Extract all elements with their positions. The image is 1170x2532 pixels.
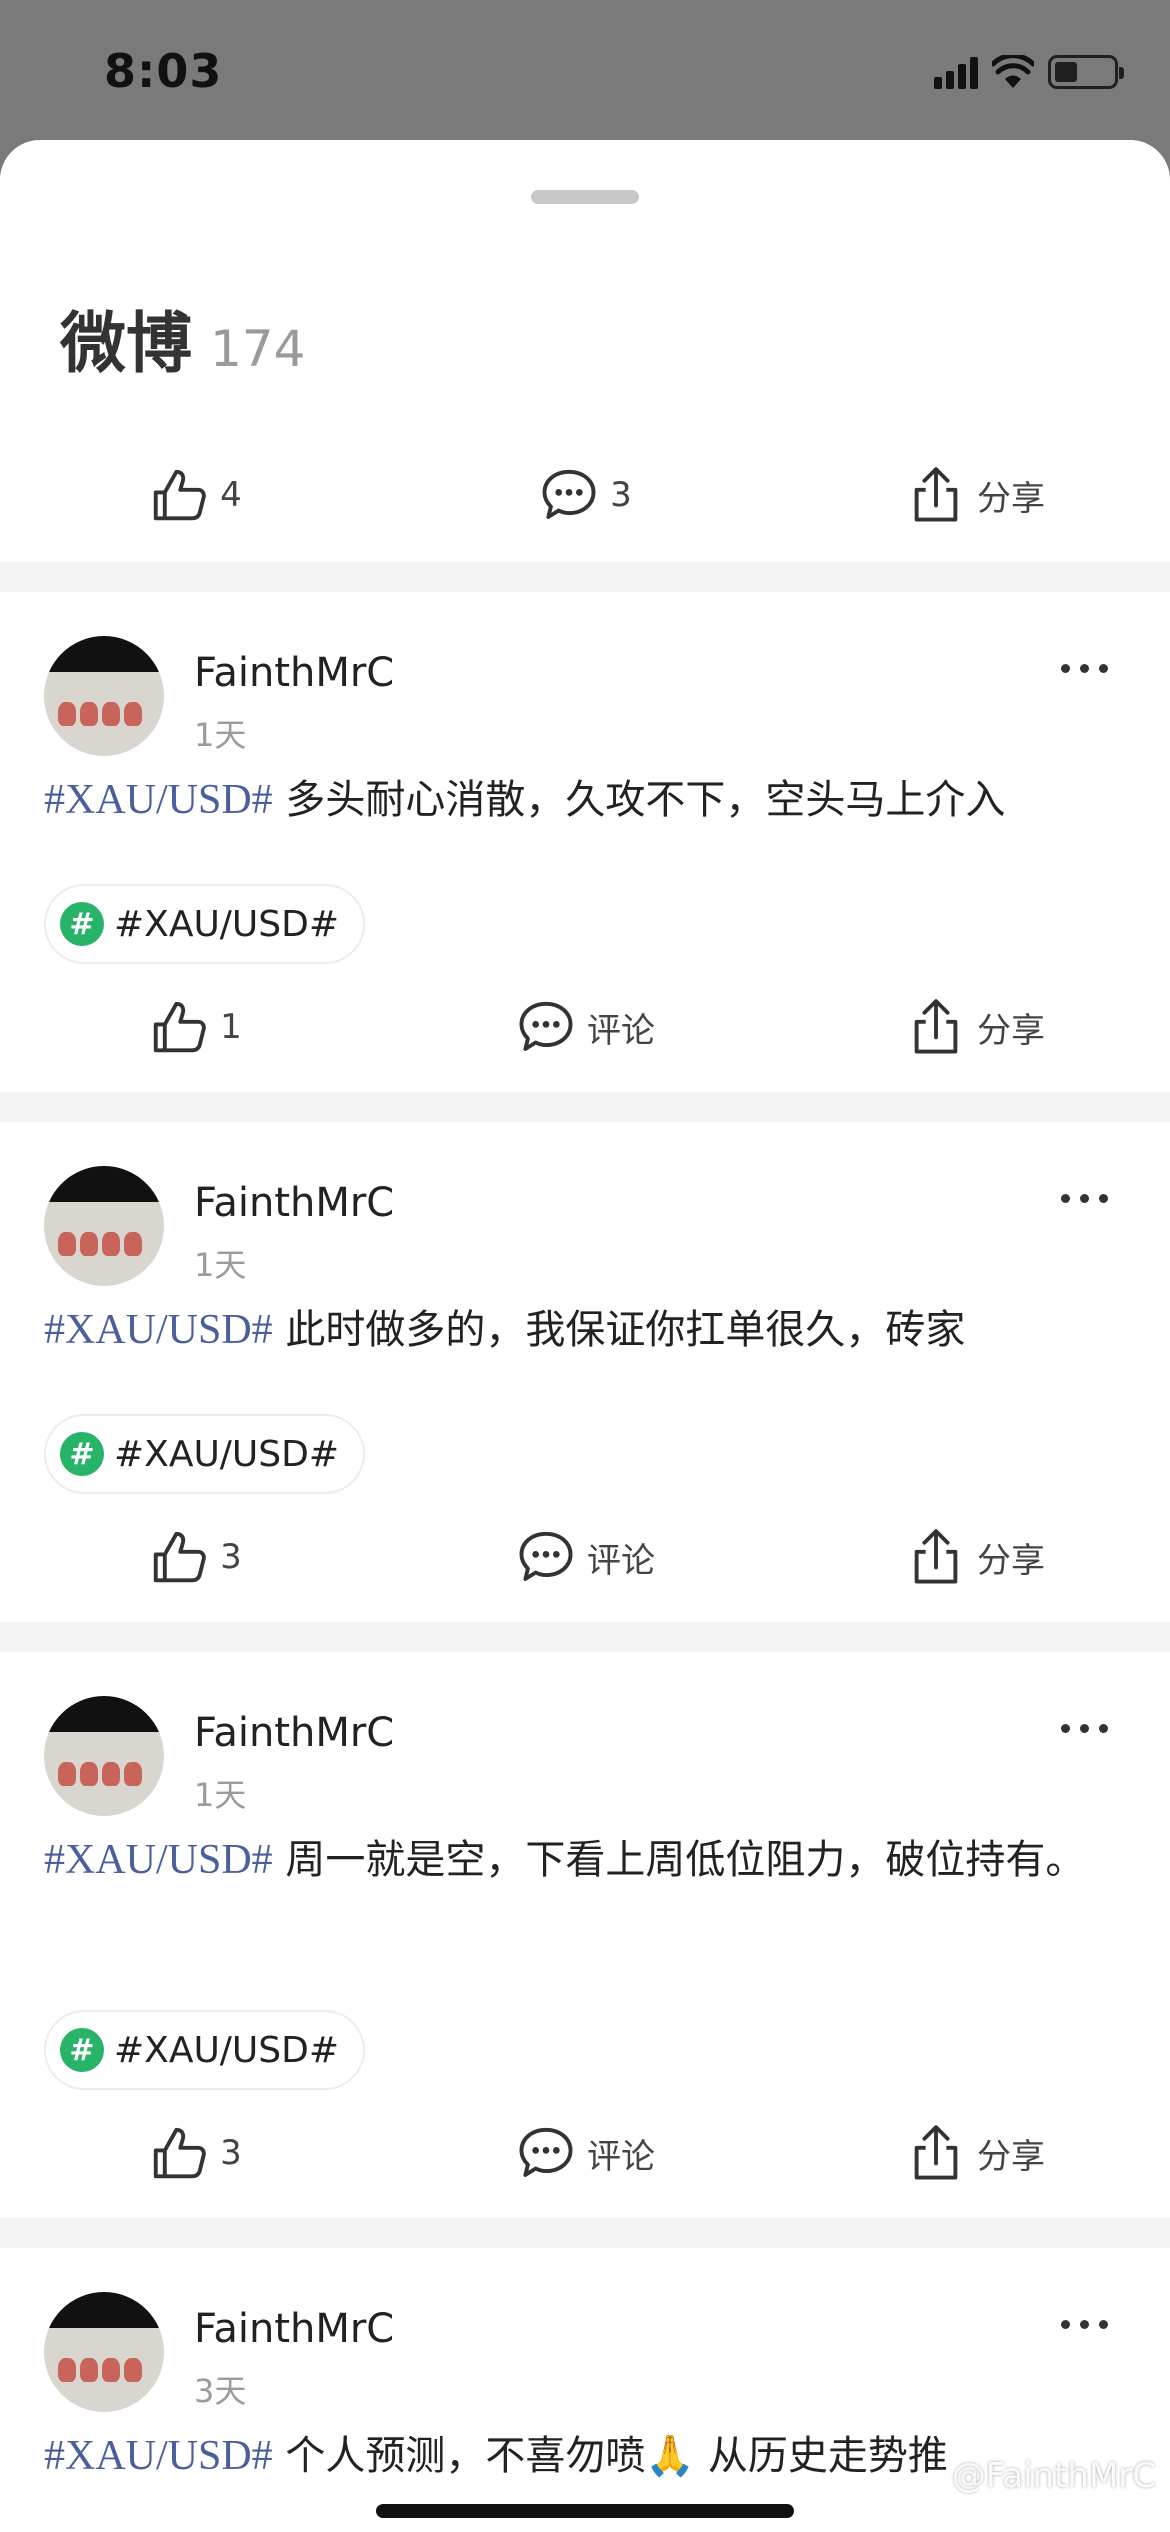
sheet-post-count: 174 — [210, 320, 306, 378]
comment-icon — [519, 1531, 573, 1581]
comment-icon — [519, 1001, 573, 1051]
like-button[interactable]: 1 — [0, 972, 390, 1082]
post-time: 1天 — [194, 716, 247, 754]
hashtag-link[interactable]: #XAU/USD# — [44, 1837, 273, 1883]
status-bar: 8:03 — [0, 0, 1170, 140]
share-button[interactable]: 分享 — [780, 972, 1170, 1082]
comment-button[interactable]: 3 — [390, 440, 780, 550]
more-options-icon[interactable] — [1061, 2320, 1108, 2329]
post-text: #XAU/USD# 多头耐心消散，久攻不下，空头马上介入 — [44, 768, 1134, 832]
share-label: 分享 — [977, 478, 1045, 519]
like-button[interactable]: 4 — [0, 440, 390, 550]
like-count: 1 — [220, 1007, 242, 1047]
post-text: #XAU/USD# 周一就是空，下看上周低位阻力，破位持有。 — [44, 1828, 1134, 1892]
comment-label: 评论 — [587, 1010, 655, 1051]
hashtag-link[interactable]: #XAU/USD# — [44, 2433, 273, 2479]
more-options-icon[interactable] — [1061, 664, 1108, 673]
more-options-icon[interactable] — [1061, 1194, 1108, 1203]
post-time: 1天 — [194, 1246, 247, 1284]
comment-button[interactable]: 评论 — [390, 972, 780, 1082]
sheet-title: 微博 174 — [60, 290, 305, 386]
more-options-icon[interactable] — [1061, 1724, 1108, 1733]
post-time: 1天 — [194, 1776, 247, 1814]
comment-icon — [542, 469, 596, 519]
thumbs-up-icon — [153, 2127, 206, 2179]
like-count: 3 — [220, 2133, 242, 2173]
sheet-header: 微博 174 4 3 分享 — [0, 140, 1170, 562]
share-icon — [914, 1529, 958, 1584]
hashtag-icon: # — [60, 1432, 104, 1476]
home-indicator[interactable] — [376, 2504, 794, 2518]
topic-label: #XAU/USD# — [114, 1433, 340, 1475]
topic-chip[interactable]: # #XAU/USD# — [44, 884, 366, 964]
comment-label: 评论 — [587, 2136, 655, 2177]
post-action-bar: 1 评论 分享 — [0, 972, 1170, 1082]
username[interactable]: FainthMrC — [194, 1710, 394, 1756]
post-action-bar: 3 评论 分享 — [0, 1502, 1170, 1612]
hashtag-link[interactable]: #XAU/USD# — [44, 1307, 273, 1353]
sheet-grabber[interactable] — [531, 190, 639, 204]
hashtag-link[interactable]: #XAU/USD# — [44, 777, 273, 823]
post-card[interactable]: FainthMrC 1天 #XAU/USD# 多头耐心消散，久攻不下，空头马上介… — [0, 592, 1170, 1092]
post-time: 3天 — [194, 2372, 247, 2410]
avatar[interactable] — [44, 636, 164, 756]
bottom-sheet: 微博 174 4 3 分享 FainthMrC 1天 #XAU/USD# 多头耐… — [0, 140, 1170, 2532]
like-count: 3 — [220, 1537, 242, 1577]
topic-chip[interactable]: # #XAU/USD# — [44, 2010, 366, 2090]
thumbs-up-icon — [153, 1531, 206, 1583]
topic-label: #XAU/USD# — [114, 2029, 340, 2071]
avatar[interactable] — [44, 1166, 164, 1286]
share-icon — [914, 999, 958, 1054]
thumbs-up-icon — [153, 469, 206, 521]
battery-icon — [1048, 55, 1124, 89]
thumbs-up-icon — [153, 1001, 206, 1053]
like-button[interactable]: 3 — [0, 1502, 390, 1612]
comment-button[interactable]: 评论 — [390, 2098, 780, 2208]
post-body: 周一就是空，下看上周低位阻力，破位持有。 — [272, 1837, 1086, 1883]
wifi-icon — [992, 55, 1034, 88]
post-action-bar: 3 评论 分享 — [0, 2098, 1170, 2208]
post-card[interactable]: FainthMrC 1天 #XAU/USD# 周一就是空，下看上周低位阻力，破位… — [0, 1652, 1170, 2218]
share-label: 分享 — [977, 2136, 1045, 2177]
sheet-action-bar: 4 3 分享 — [0, 440, 1170, 550]
share-label: 分享 — [977, 1010, 1045, 1051]
status-icons — [934, 52, 1124, 92]
topic-chip[interactable]: # #XAU/USD# — [44, 1414, 366, 1494]
share-label: 分享 — [977, 1540, 1045, 1581]
username[interactable]: FainthMrC — [194, 1180, 394, 1226]
comment-count: 3 — [610, 475, 632, 515]
watermark: @FainthMrC — [951, 2456, 1156, 2496]
topic-label: #XAU/USD# — [114, 903, 340, 945]
status-time: 8:03 — [104, 44, 223, 98]
share-button[interactable]: 分享 — [780, 440, 1170, 550]
post-body: 此时做多的，我保证你扛单很久，砖家 — [272, 1307, 966, 1353]
post-body: 多头耐心消散，久攻不下，空头马上介入 — [272, 777, 1006, 823]
avatar[interactable] — [44, 1696, 164, 1816]
post-body: 个人预测，不喜勿喷🙏 从历史走势推 — [272, 2433, 948, 2479]
cellular-signal-icon — [934, 55, 978, 89]
like-button[interactable]: 3 — [0, 2098, 390, 2208]
username[interactable]: FainthMrC — [194, 2306, 394, 2352]
username[interactable]: FainthMrC — [194, 650, 394, 696]
share-icon — [914, 2125, 958, 2180]
post-card[interactable]: FainthMrC 1天 #XAU/USD# 此时做多的，我保证你扛单很久，砖家… — [0, 1122, 1170, 1622]
share-icon — [914, 467, 958, 522]
comment-label: 评论 — [587, 1540, 655, 1581]
hashtag-icon: # — [60, 902, 104, 946]
share-button[interactable]: 分享 — [780, 2098, 1170, 2208]
comment-icon — [519, 2127, 573, 2177]
sheet-title-text: 微博 — [60, 305, 192, 382]
share-button[interactable]: 分享 — [780, 1502, 1170, 1612]
like-count: 4 — [220, 475, 242, 515]
post-text: #XAU/USD# 此时做多的，我保证你扛单很久，砖家 — [44, 1298, 1134, 1362]
hashtag-icon: # — [60, 2028, 104, 2072]
avatar[interactable] — [44, 2292, 164, 2412]
comment-button[interactable]: 评论 — [390, 1502, 780, 1612]
